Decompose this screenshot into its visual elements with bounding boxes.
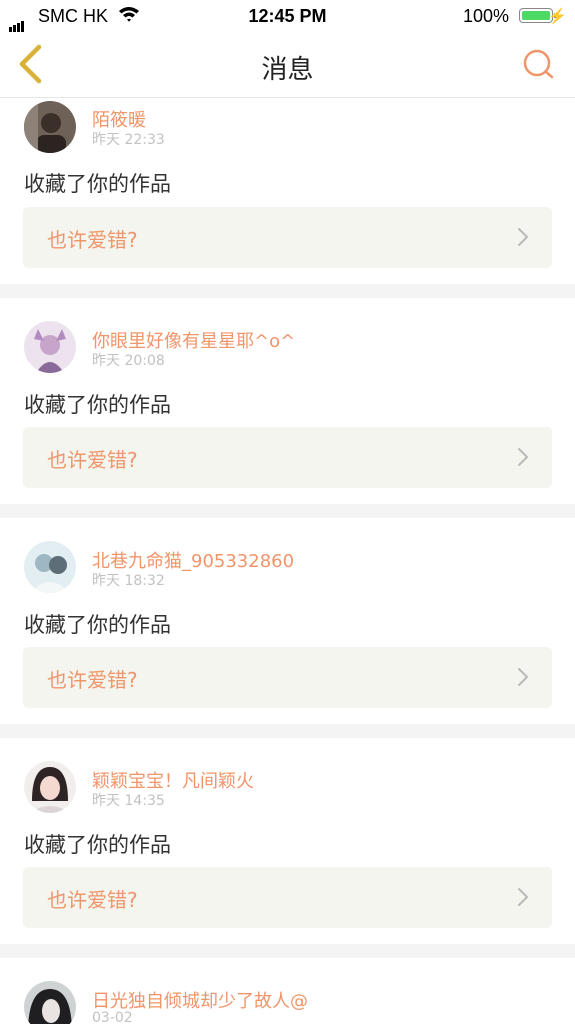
action-text: 收藏了你的作品 (24, 393, 171, 417)
action-text: 收藏了你的作品 (24, 613, 171, 637)
message-item: 你眼里好像有星星耶^o^ 昨天 20:08 收藏了你的作品 也许爱错? (0, 298, 575, 504)
search-button[interactable] (521, 46, 557, 82)
search-icon (523, 49, 554, 79)
avatar[interactable] (24, 541, 76, 593)
timestamp: 昨天 18:32 (92, 573, 165, 589)
work-link[interactable]: 也许爱错? (23, 867, 552, 928)
message-list[interactable]: 陌筱暖 昨天 22:33 收藏了你的作品 也许爱错? 你眼里好像有星星耶^o^ … (0, 98, 575, 1024)
work-title: 也许爱错? (47, 668, 138, 692)
work-title: 也许爱错? (47, 448, 138, 472)
work-link[interactable]: 也许爱错? (23, 427, 552, 488)
chevron-right-icon (518, 888, 528, 906)
divider (0, 724, 575, 738)
work-link[interactable]: 也许爱错? (23, 647, 552, 708)
timestamp: 03-02 (92, 1010, 133, 1024)
work-title: 也许爱错? (47, 228, 138, 252)
status-bar: SMC HK 12:45 PM 100% ⚡ (0, 0, 575, 32)
charging-bolt-icon: ⚡ (548, 8, 567, 25)
navigation-bar: 消息 (0, 32, 575, 98)
divider (0, 944, 575, 958)
chevron-right-icon (518, 228, 528, 246)
message-item: 日光独自倾城却少了故人@ 03-02 (0, 958, 575, 1024)
avatar[interactable] (24, 761, 76, 813)
divider (0, 504, 575, 518)
work-title: 也许爱错? (47, 888, 138, 912)
chevron-right-icon (518, 668, 528, 686)
battery-percentage: 100% (462, 6, 509, 26)
chevron-right-icon (518, 448, 528, 466)
work-link[interactable]: 也许爱错? (23, 207, 552, 268)
timestamp: 昨天 20:08 (92, 353, 165, 369)
avatar[interactable] (24, 321, 76, 373)
avatar[interactable] (24, 981, 76, 1024)
message-item: 颖颖宝宝！凡间颖火 昨天 14:35 收藏了你的作品 也许爱错? (0, 738, 575, 944)
timestamp: 昨天 22:33 (92, 132, 165, 148)
action-text: 收藏了你的作品 (24, 172, 171, 196)
page-title: 消息 (261, 55, 314, 85)
avatar[interactable] (24, 101, 76, 153)
action-text: 收藏了你的作品 (24, 833, 171, 857)
message-item: 陌筱暖 昨天 22:33 收藏了你的作品 也许爱错? (0, 98, 575, 284)
timestamp: 昨天 14:35 (92, 793, 165, 809)
message-item: 北巷九命猫_905332860 昨天 18:32 收藏了你的作品 也许爱错? (0, 518, 575, 724)
divider (0, 284, 575, 298)
